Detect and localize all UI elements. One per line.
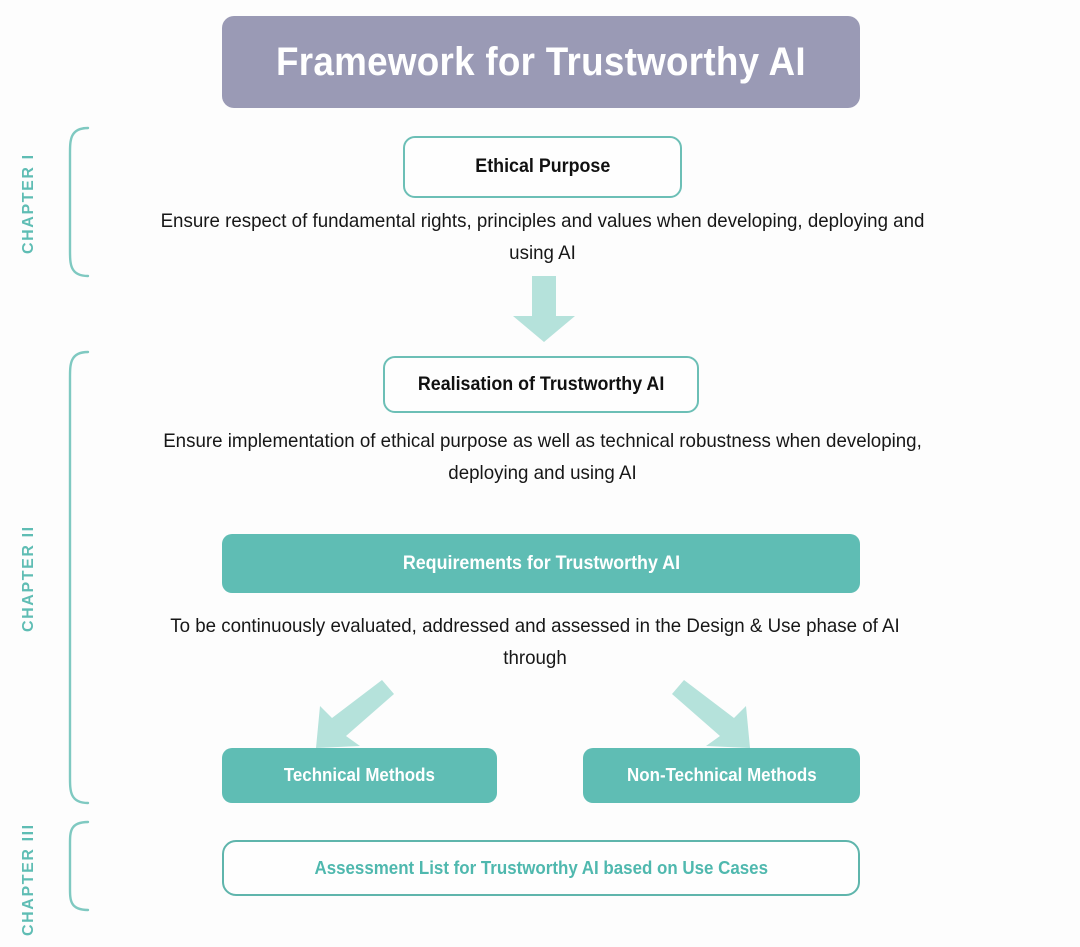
node-realisation-of-trustworthy-ai: Realisation of Trustworthy AI <box>383 356 699 413</box>
page-title: Framework for Trustworthy AI <box>276 39 806 84</box>
diagram-canvas: Framework for Trustworthy AI CHAPTER I E… <box>0 0 1080 947</box>
diagram-title-banner: Framework for Trustworthy AI <box>222 16 860 108</box>
node-technical-methods-label: Technical Methods <box>283 765 436 785</box>
caption-ethical-purpose: Ensure respect of fundamental rights, pr… <box>160 210 925 264</box>
arrow-down-left-icon <box>310 674 394 752</box>
arrow-down-icon <box>505 276 583 342</box>
chapter-bracket-3-icon <box>68 820 90 912</box>
node-ethical-purpose-label: Ethical Purpose <box>474 156 610 177</box>
node-non-technical-methods-label: Non-Technical Methods <box>626 765 817 785</box>
chapter-label-2: CHAPTER II <box>20 525 37 633</box>
node-non-technical-methods: Non-Technical Methods <box>583 748 860 803</box>
node-ethical-purpose: Ethical Purpose <box>403 136 682 198</box>
node-assessment-list: Assessment List for Trustworthy AI based… <box>222 840 860 896</box>
chapter-bracket-1-icon <box>68 126 90 278</box>
node-assessment-list-label: Assessment List for Trustworthy AI based… <box>314 857 768 878</box>
caption-requirements: To be continuously evaluated, addressed … <box>170 615 900 669</box>
node-technical-methods: Technical Methods <box>222 748 497 803</box>
chapter-bracket-2-icon <box>68 350 90 805</box>
chapter-label-1: CHAPTER I <box>20 153 37 255</box>
arrow-down-right-icon <box>672 674 756 752</box>
node-realisation-label: Realisation of Trustworthy AI <box>417 373 665 395</box>
chapter-label-3: CHAPTER III <box>20 823 37 936</box>
node-requirements-for-trustworthy-ai: Requirements for Trustworthy AI <box>222 534 860 593</box>
node-requirements-label: Requirements for Trustworthy AI <box>402 552 680 574</box>
caption-realisation: Ensure implementation of ethical purpose… <box>163 430 922 484</box>
